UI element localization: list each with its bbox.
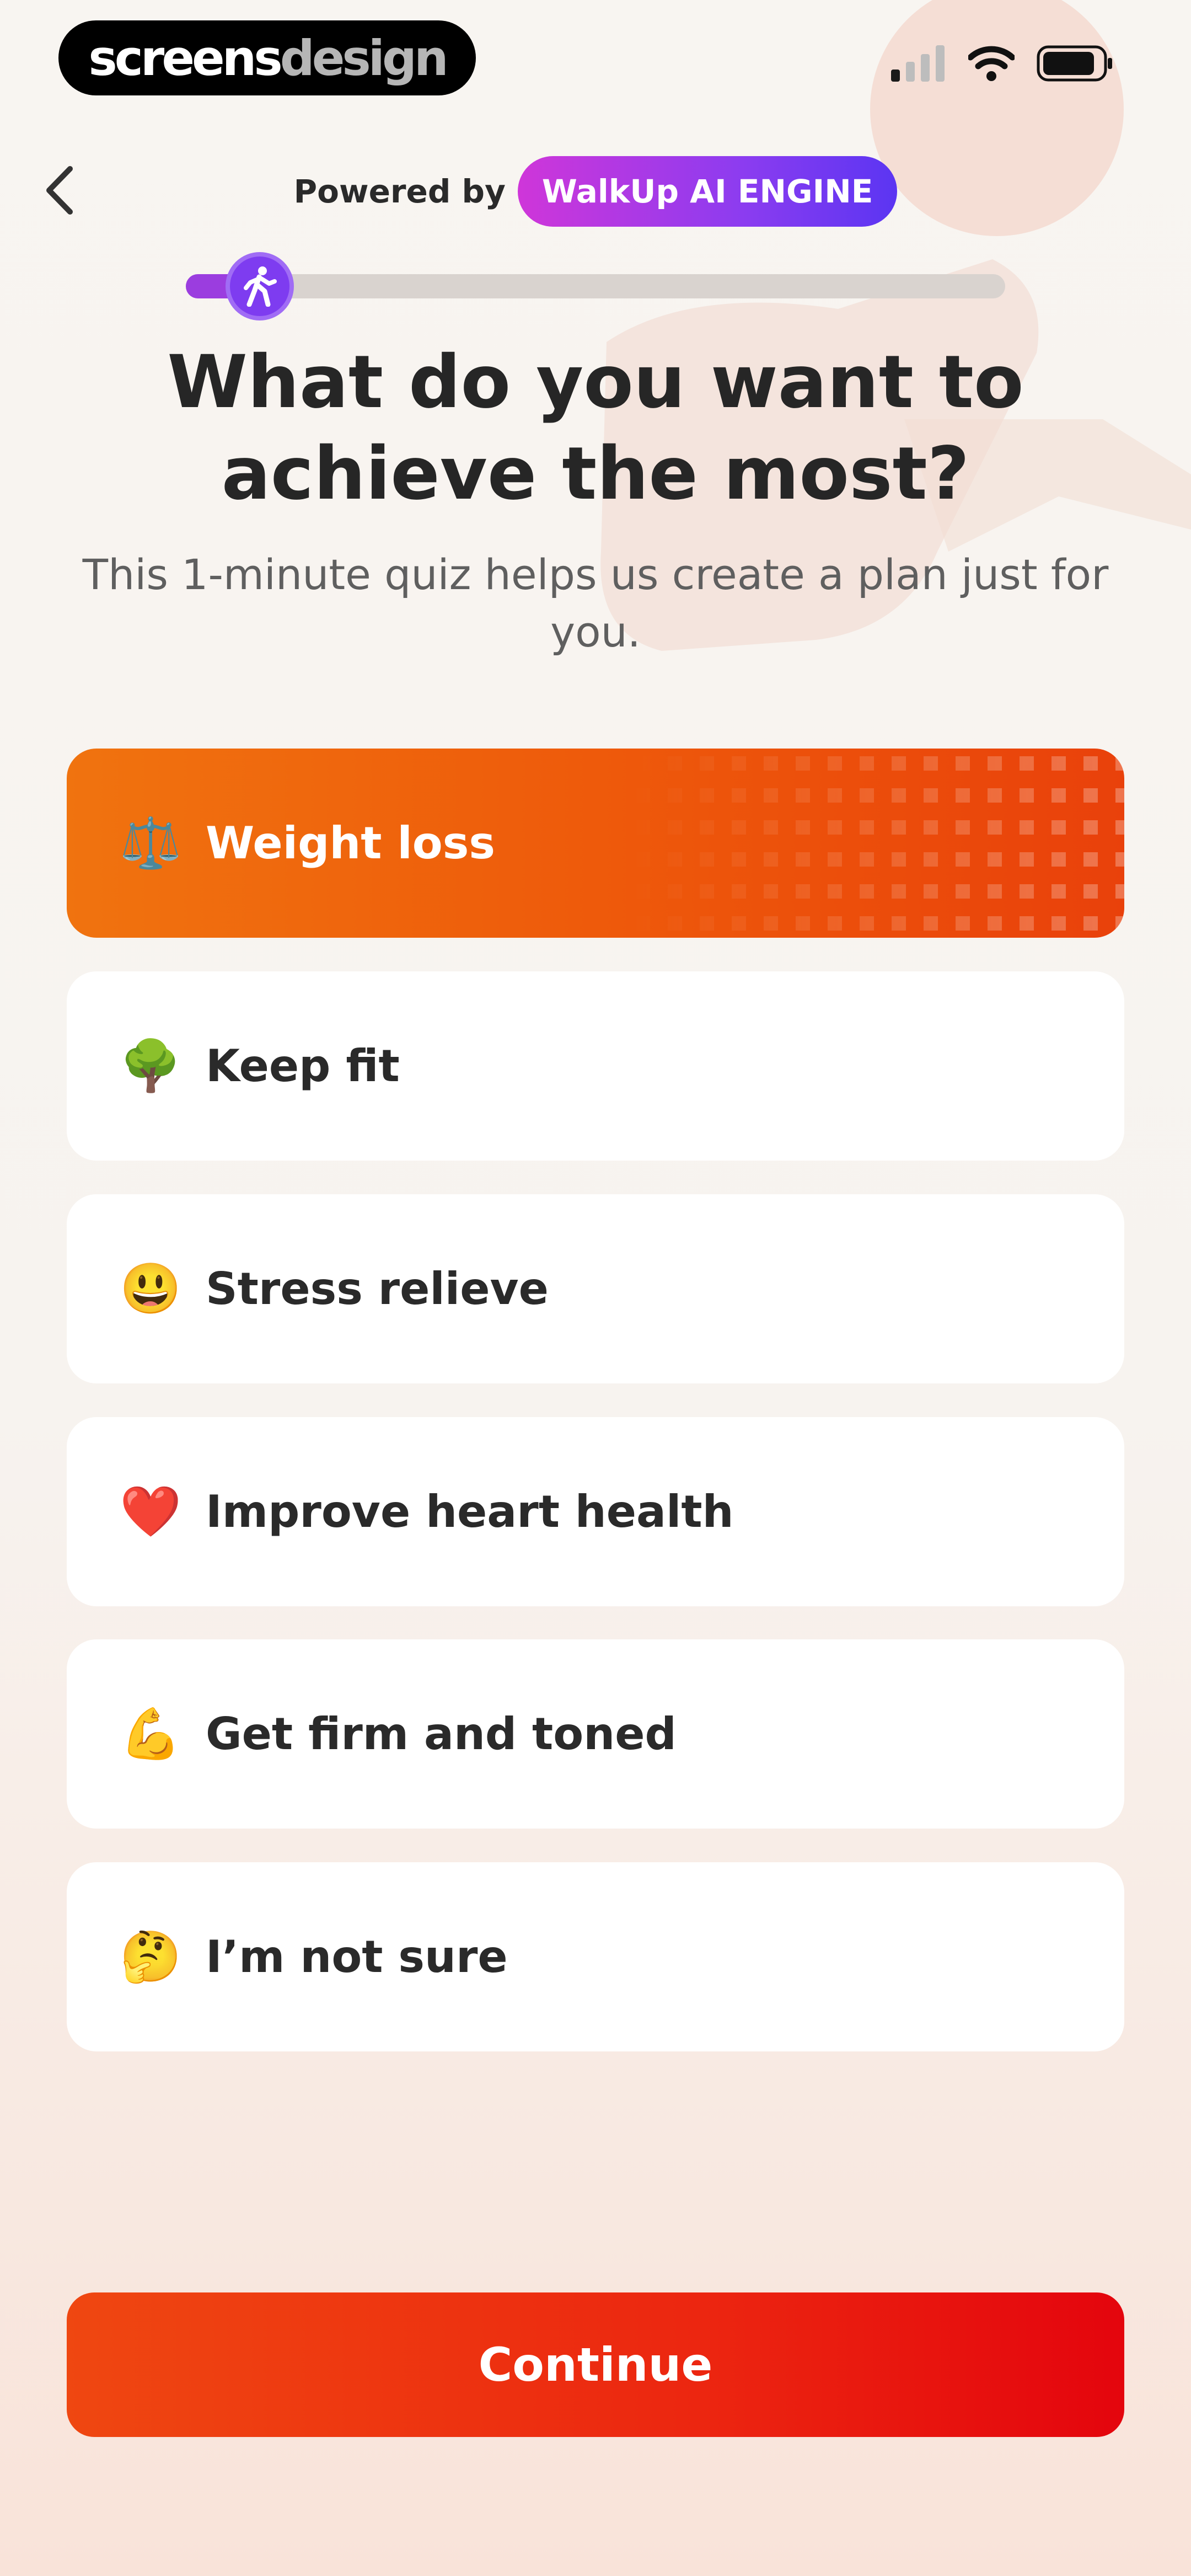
balance-scale-icon: ⚖️ <box>120 815 182 871</box>
brand-text-primary: screens <box>88 29 282 87</box>
progress-knob <box>225 252 294 320</box>
powered-by-label: Powered by <box>293 173 506 210</box>
option-label: Weight loss <box>206 817 495 869</box>
smiley-icon: 😃 <box>120 1261 182 1317</box>
signal-bars-icon <box>891 45 945 82</box>
powered-by-row: Powered by WalkUp AI ENGINE <box>0 156 1191 227</box>
option-keep-fit[interactable]: 🌳 Keep fit <box>67 971 1124 1161</box>
thinking-face-icon: 🤔 <box>120 1929 182 1985</box>
question-subtitle: This 1-minute quiz helps us create a pla… <box>82 550 1109 656</box>
continue-button[interactable]: Continue <box>67 2292 1124 2437</box>
brand-badge: screens design <box>58 20 476 95</box>
quiz-progress-bar <box>186 252 1005 320</box>
option-label: Keep fit <box>206 1040 400 1092</box>
tree-icon: 🌳 <box>120 1038 182 1094</box>
engine-badge: WalkUp AI ENGINE <box>517 156 898 227</box>
walking-person-icon <box>243 266 277 307</box>
battery-icon <box>1037 45 1112 82</box>
question-title: What do you want to achieve the most? <box>167 340 1024 516</box>
option-not-sure[interactable]: 🤔 I’m not sure <box>67 1862 1124 2051</box>
option-improve-heart-health[interactable]: ❤️ Improve heart health <box>67 1417 1124 1606</box>
option-stress-relieve[interactable]: 😃 Stress relieve <box>67 1194 1124 1383</box>
option-weight-loss[interactable]: ⚖️ Weight loss <box>67 749 1124 938</box>
brand-text-secondary: design <box>280 29 449 87</box>
option-label: Improve heart health <box>206 1486 734 1537</box>
option-get-firm-and-toned[interactable]: 💪 Get firm and toned <box>67 1639 1124 1829</box>
flexed-biceps-icon: 💪 <box>120 1706 182 1762</box>
option-label: Get firm and toned <box>206 1708 677 1760</box>
status-bar <box>891 45 1114 82</box>
wifi-icon <box>968 46 1015 81</box>
option-label: Stress relieve <box>206 1263 549 1314</box>
option-label: I’m not sure <box>206 1931 508 1982</box>
heart-icon: ❤️ <box>120 1484 182 1540</box>
dot-pattern-decoration <box>628 749 1124 938</box>
